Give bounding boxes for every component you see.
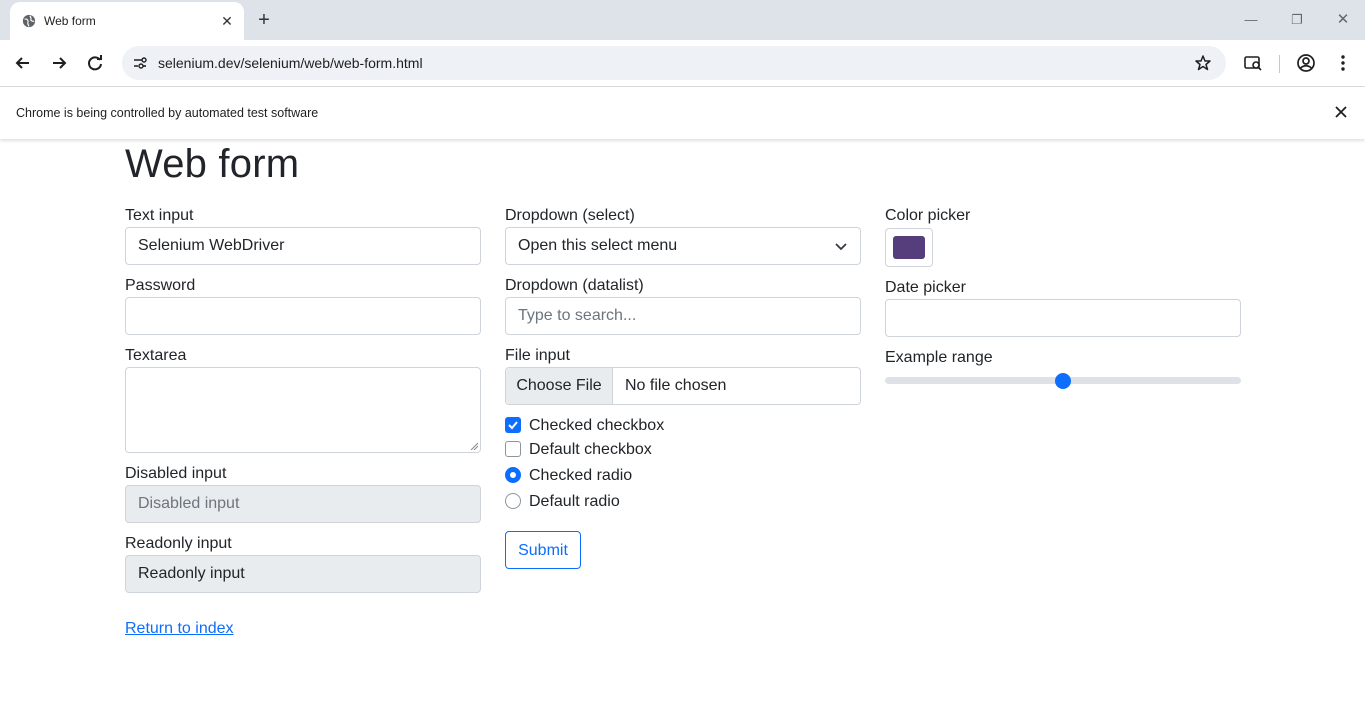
textarea-label: Textarea bbox=[125, 347, 187, 364]
file-status: No file chosen bbox=[625, 377, 727, 394]
tab-strip: Web form ✕ + — ❐ ✕ bbox=[0, 0, 1365, 40]
range-label: Example range bbox=[885, 349, 993, 366]
infobar-close-icon[interactable] bbox=[1333, 104, 1349, 120]
text-input[interactable]: Selenium WebDriver bbox=[125, 227, 481, 265]
disabled-input-label: Disabled input bbox=[125, 465, 227, 482]
dropdown-datalist-label: Dropdown (datalist) bbox=[505, 277, 644, 294]
textarea-input[interactable] bbox=[125, 367, 481, 453]
menu-icon[interactable] bbox=[1333, 53, 1353, 73]
site-settings-icon[interactable] bbox=[132, 55, 148, 71]
toolbar-divider bbox=[1279, 55, 1280, 73]
bookmark-star-icon[interactable] bbox=[1194, 54, 1212, 72]
checked-checkbox-label[interactable]: Checked checkbox bbox=[529, 417, 664, 435]
color-swatch bbox=[893, 236, 925, 259]
readonly-input-label: Readonly input bbox=[125, 535, 232, 552]
resize-handle-icon[interactable] bbox=[470, 442, 478, 450]
return-to-index-link[interactable]: Return to index bbox=[125, 620, 234, 638]
minimize-icon[interactable]: — bbox=[1241, 12, 1261, 28]
profile-icon[interactable] bbox=[1296, 53, 1316, 73]
restore-icon[interactable]: ❐ bbox=[1287, 12, 1307, 28]
default-checkbox-label[interactable]: Default checkbox bbox=[529, 441, 652, 459]
browser-tab[interactable]: Web form ✕ bbox=[10, 2, 244, 40]
automation-infobar: Chrome is being controlled by automated … bbox=[0, 87, 1365, 139]
infobar-text: Chrome is being controlled by automated … bbox=[16, 106, 319, 120]
forward-icon[interactable] bbox=[48, 52, 70, 74]
new-tab-button[interactable]: + bbox=[254, 10, 274, 30]
range-thumb[interactable] bbox=[1055, 373, 1071, 389]
color-picker[interactable] bbox=[885, 228, 933, 267]
tab-search-icon[interactable] bbox=[1243, 53, 1263, 73]
chevron-down-icon bbox=[835, 243, 847, 251]
checkmark-icon bbox=[508, 421, 518, 430]
reload-icon[interactable] bbox=[84, 52, 106, 74]
datalist-input[interactable]: Type to search... bbox=[505, 297, 861, 335]
back-icon[interactable] bbox=[12, 52, 34, 74]
checked-checkbox[interactable] bbox=[505, 417, 521, 433]
default-radio-label[interactable]: Default radio bbox=[529, 493, 620, 511]
browser-toolbar: selenium.dev/selenium/web/web-form.html bbox=[0, 40, 1365, 87]
choose-file-button[interactable]: Choose File bbox=[506, 368, 613, 404]
disabled-input: Disabled input bbox=[125, 485, 481, 523]
page-content: Web form Text input Selenium WebDriver P… bbox=[0, 140, 1365, 719]
date-picker-label: Date picker bbox=[885, 279, 966, 296]
default-checkbox[interactable] bbox=[505, 441, 521, 457]
password-label: Password bbox=[125, 277, 196, 294]
date-picker-input[interactable] bbox=[885, 299, 1241, 337]
tab-title: Web form bbox=[44, 14, 96, 28]
window-close-icon[interactable]: ✕ bbox=[1333, 12, 1353, 28]
dropdown-select-label: Dropdown (select) bbox=[505, 207, 635, 224]
globe-icon bbox=[22, 14, 36, 28]
text-input-label: Text input bbox=[125, 207, 194, 224]
color-picker-label: Color picker bbox=[885, 207, 971, 224]
dropdown-select-value: Open this select menu bbox=[518, 237, 678, 254]
checked-radio-label[interactable]: Checked radio bbox=[529, 467, 632, 485]
default-radio[interactable] bbox=[505, 493, 521, 509]
submit-button[interactable]: Submit bbox=[505, 531, 581, 569]
readonly-input[interactable]: Readonly input bbox=[125, 555, 481, 593]
page-title: Web form bbox=[125, 142, 300, 186]
dropdown-select[interactable]: Open this select menu bbox=[505, 227, 861, 265]
tab-close-icon[interactable]: ✕ bbox=[218, 12, 236, 30]
file-input-label: File input bbox=[505, 347, 570, 364]
checked-radio[interactable] bbox=[505, 467, 521, 483]
password-input[interactable] bbox=[125, 297, 481, 335]
url-text: selenium.dev/selenium/web/web-form.html bbox=[158, 55, 423, 71]
file-input[interactable]: Choose File No file chosen bbox=[505, 367, 861, 405]
address-bar[interactable]: selenium.dev/selenium/web/web-form.html bbox=[122, 46, 1226, 80]
